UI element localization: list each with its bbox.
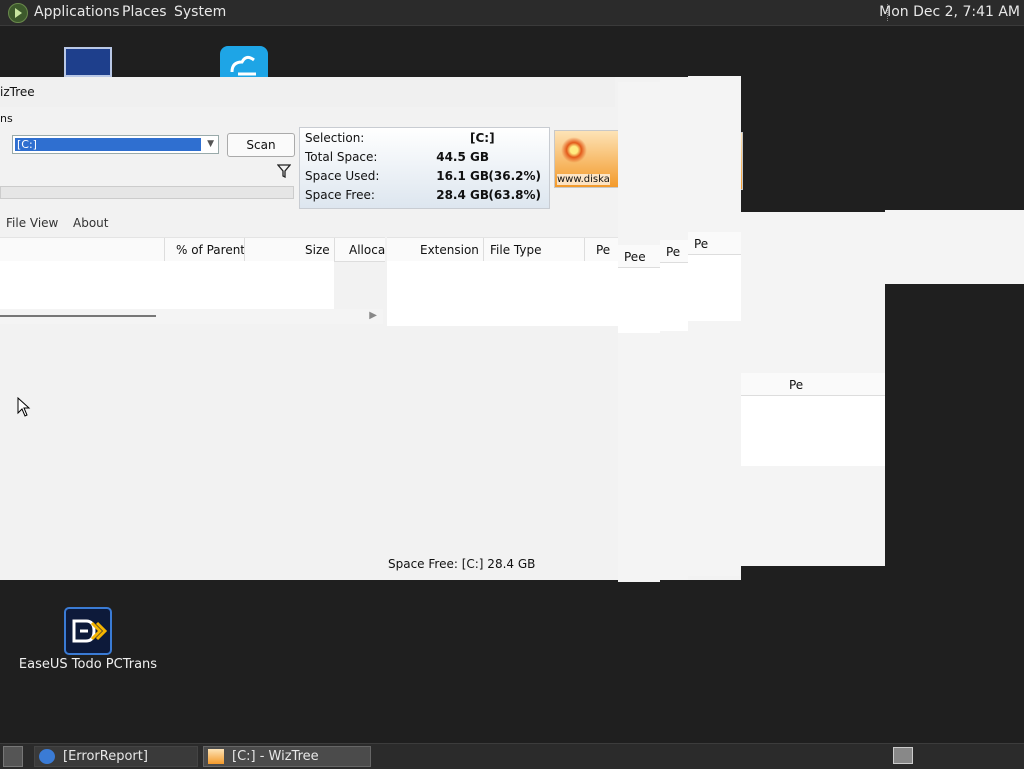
pctrans-desktop-label[interactable]: EaseUS Todo PCTrans [10, 657, 166, 672]
tree-view-body[interactable] [0, 261, 334, 309]
taskbar: [ErrorReport] [C:] - WizTree [0, 743, 1024, 769]
total-space-value: 44.5 GB [436, 150, 489, 164]
window-title: izTree [0, 85, 35, 99]
show-desktop-button[interactable] [3, 746, 23, 767]
menu-fragment[interactable]: ns [0, 112, 13, 125]
space-summary-panel: Selection: [C:] Total Space: 44.5 GB Spa… [299, 127, 550, 209]
glitch-body [688, 255, 741, 321]
space-free-label: Space Free: [305, 188, 375, 202]
task-error-report[interactable]: [ErrorReport] [34, 746, 198, 767]
system-menu[interactable]: System [174, 4, 226, 20]
glitch-body [618, 268, 660, 333]
drive-select[interactable]: [C:] ▼ [12, 135, 219, 154]
glitch-column: Pe [741, 212, 885, 566]
tree-view-header: % of Parent Size Alloca [0, 237, 385, 262]
scrollbar-thumb[interactable] [0, 315, 156, 317]
glitch-column: Pee [618, 82, 660, 582]
pctrans-desktop-icon[interactable] [64, 607, 112, 655]
network-desktop-icon[interactable] [220, 46, 268, 78]
menu-file-view[interactable]: File View [6, 216, 58, 230]
column-separator[interactable] [244, 238, 245, 261]
pctrans-logo-icon [72, 619, 108, 643]
space-used-label: Space Used: [305, 169, 380, 183]
column-separator[interactable] [584, 238, 585, 261]
window-titlebar[interactable]: izTree [0, 77, 615, 107]
column-separator[interactable] [483, 238, 484, 261]
diskanalyzer-logo[interactable]: www.diska [554, 130, 622, 188]
top-panel: Applications Places System Mon Dec 2, 7:… [0, 0, 1024, 26]
column-percent[interactable]: Pe [596, 243, 610, 257]
scroll-right-icon[interactable]: ▶ [369, 310, 377, 321]
column-separator[interactable] [164, 238, 165, 261]
error-report-icon [39, 749, 55, 764]
menu-about[interactable]: About [73, 216, 108, 230]
chevron-down-icon[interactable]: ▼ [207, 139, 214, 149]
column-separator[interactable] [334, 238, 335, 261]
glitch-header: Pe [741, 373, 885, 396]
burst-icon [561, 137, 587, 163]
glitch-body [741, 396, 885, 466]
column-size[interactable]: Size [305, 243, 330, 257]
column-extension[interactable]: Extension [420, 243, 479, 257]
extension-list-header: Extension File Type Pe [387, 237, 620, 262]
glitch-column [885, 210, 1024, 284]
column-allocated[interactable]: Alloca [349, 243, 385, 257]
column-percent-of-parent[interactable]: % of Parent [176, 243, 245, 257]
glitch-column: Pe [688, 76, 741, 576]
computer-desktop-icon[interactable] [64, 47, 112, 77]
clock[interactable]: Mon Dec 2, 7:41 AM [879, 4, 1020, 20]
glitch-column: Pe [660, 80, 688, 580]
extension-list-body[interactable] [387, 261, 620, 326]
drive-select-value: [C:] [15, 138, 201, 151]
total-space-label: Total Space: [305, 150, 378, 164]
glitch-header: Pee [618, 245, 660, 268]
selection-value: [C:] [470, 131, 495, 145]
selection-label: Selection: [305, 131, 365, 145]
glitch-header: Pe [688, 232, 741, 255]
tree-horizontal-scrollbar[interactable]: ▶ [0, 309, 383, 324]
wiztree-menubar: File View About [0, 211, 615, 234]
wiztree-statusbar: Space Free: [C:] 28.4 GB [0, 553, 615, 575]
distro-logo-icon[interactable] [8, 3, 28, 23]
logo-watermark: www.diska [557, 174, 610, 185]
scan-button[interactable]: Scan [227, 133, 295, 157]
space-free-value: 28.4 GB [436, 188, 489, 202]
glitch-header: Pe [660, 240, 688, 263]
task-label: [C:] - WizTree [232, 749, 319, 764]
space-free-percent: (63.8%) [488, 188, 541, 202]
applications-menu[interactable]: Applications [34, 4, 120, 20]
status-text: Space Free: [C:] 28.4 GB [388, 557, 536, 571]
column-file-type[interactable]: File Type [490, 243, 541, 257]
task-label: [ErrorReport] [63, 749, 148, 764]
workspace-switcher[interactable] [893, 747, 913, 764]
filter-icon[interactable] [277, 164, 291, 178]
space-used-value: 16.1 GB [436, 169, 489, 183]
places-menu[interactable]: Places [122, 4, 167, 20]
scan-progress-bar [0, 186, 294, 199]
task-wiztree[interactable]: [C:] - WizTree [203, 746, 371, 767]
glitch-body [660, 263, 688, 331]
mouse-cursor-icon [17, 397, 31, 417]
space-used-percent: (36.2%) [488, 169, 541, 183]
cloud-icon [230, 55, 256, 76]
wiztree-icon [208, 749, 224, 764]
